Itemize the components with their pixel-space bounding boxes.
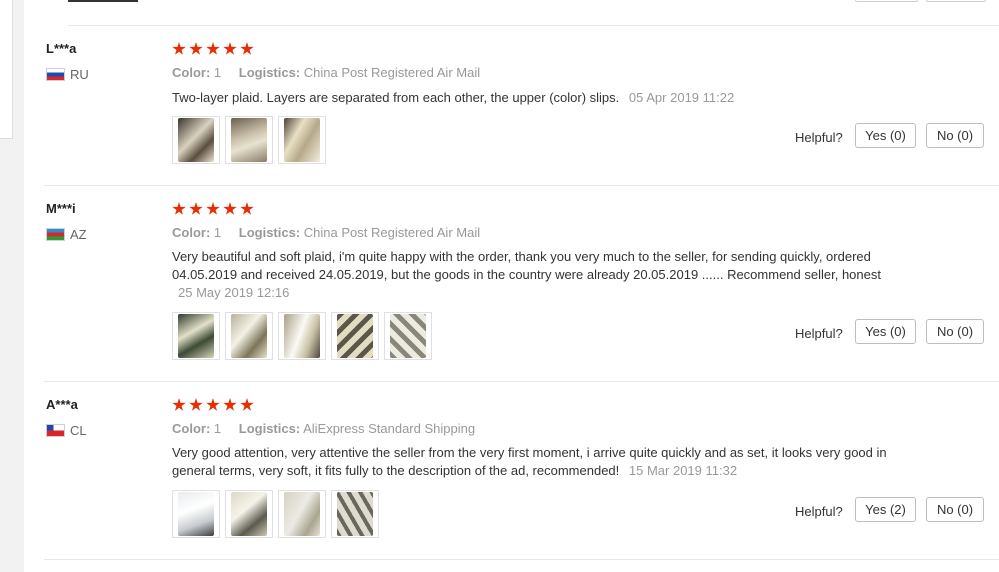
helpful-yes-button[interactable]: Yes (0): [855, 319, 916, 344]
color-label: Color:: [172, 65, 211, 80]
review-photo-thumbnail[interactable]: [225, 490, 273, 538]
helpful-label: Helpful?: [795, 504, 843, 519]
star-icon: [240, 398, 254, 411]
review-text: Very good attention, very attentive the …: [172, 444, 892, 480]
review-divider: [44, 559, 999, 560]
star-icon: [206, 398, 220, 411]
review-photo-thumbnail[interactable]: [384, 312, 432, 360]
star-icon: [240, 202, 254, 215]
review-body: Very beautiful and soft plaid, i'm quite…: [172, 249, 881, 282]
logistics-label: Logistics:: [238, 65, 301, 80]
review-photo-thumbnail[interactable]: [278, 490, 326, 538]
review-date: 15 Mar 2019 11:32: [628, 463, 738, 478]
color-label: Color:: [172, 421, 211, 436]
review-body: Very good attention, very attentive the …: [172, 445, 887, 478]
helpful-yes-button[interactable]: Yes (0): [855, 123, 916, 148]
review-item: L***a RU Color: 1 Logistics: China Post …: [24, 26, 999, 186]
order-info: Color: 1 Logistics: AliExpress Standard …: [172, 421, 475, 436]
color-label: Color:: [172, 225, 211, 240]
order-info: Color: 1 Logistics: China Post Registere…: [172, 225, 480, 240]
az-flag-icon: [46, 228, 65, 241]
order-info: Color: 1 Logistics: China Post Registere…: [172, 65, 480, 80]
logistics-value: AliExpress Standard Shipping: [303, 421, 476, 436]
star-icon: [172, 202, 186, 215]
star-icon: [189, 42, 203, 55]
review-item: M***i AZ Color: 1 Logistics: China Post …: [24, 186, 999, 382]
review-photo-thumbnail[interactable]: [278, 116, 326, 164]
previous-no-button-edge[interactable]: [926, 0, 986, 2]
review-date: 25 May 2019 12:16: [178, 285, 290, 300]
helpful-no-button[interactable]: No (0): [926, 497, 984, 522]
color-value: 1: [213, 421, 222, 436]
logistics-value: China Post Registered Air Mail: [303, 225, 481, 240]
ru-flag-icon: [46, 68, 65, 81]
reviewer-name: L***a: [46, 41, 77, 56]
reviewer-country: CL: [46, 423, 87, 438]
star-icon: [172, 42, 186, 55]
star-icon: [189, 398, 203, 411]
star-icon: [223, 202, 237, 215]
review-text: Two-layer plaid. Layers are separated fr…: [172, 89, 892, 107]
review-date: 05 Apr 2019 11:22: [628, 90, 735, 105]
feedback-panel: L***a RU Color: 1 Logistics: China Post …: [24, 0, 999, 572]
star-icon: [223, 42, 237, 55]
reviewer-name: M***i: [46, 201, 76, 216]
logistics-label: Logistics:: [238, 225, 301, 240]
review-photo-thumbnail[interactable]: [331, 490, 379, 538]
review-photo-thumbnail[interactable]: [225, 116, 273, 164]
review-photo-thumbnail[interactable]: [331, 312, 379, 360]
color-value: 1: [213, 65, 222, 80]
star-icon: [206, 42, 220, 55]
review-text: Very beautiful and soft plaid, i'm quite…: [172, 248, 892, 302]
helpful-yes-button[interactable]: Yes (2): [855, 497, 916, 522]
country-code: RU: [70, 67, 89, 82]
star-icon: [240, 42, 254, 55]
review-photos: [172, 490, 379, 538]
helpful-label: Helpful?: [795, 326, 843, 341]
review-body: Two-layer plaid. Layers are separated fr…: [172, 90, 620, 105]
star-rating: [172, 42, 254, 56]
country-code: AZ: [70, 227, 87, 242]
helpful-no-button[interactable]: No (0): [926, 319, 984, 344]
review-photos: [172, 312, 432, 360]
logistics-label: Logistics:: [238, 421, 301, 436]
helpful-no-button[interactable]: No (0): [926, 123, 984, 148]
star-rating: [172, 398, 254, 412]
star-icon: [223, 398, 237, 411]
helpful-label: Helpful?: [795, 130, 843, 145]
review-item: A***a CL Color: 1 Logistics: AliExpress …: [24, 382, 999, 560]
star-icon: [206, 202, 220, 215]
color-value: 1: [213, 225, 222, 240]
left-sidebar-edge: [0, 0, 13, 139]
star-icon: [172, 398, 186, 411]
review-photo-thumbnail[interactable]: [172, 116, 220, 164]
active-tab-indicator: [68, 0, 138, 2]
reviewer-country: AZ: [46, 227, 87, 242]
review-photo-thumbnail[interactable]: [225, 312, 273, 360]
cl-flag-icon: [46, 424, 65, 437]
review-photo-thumbnail[interactable]: [172, 490, 220, 538]
star-icon: [189, 202, 203, 215]
previous-yes-button-edge[interactable]: [855, 0, 918, 2]
review-photos: [172, 116, 326, 164]
review-photo-thumbnail[interactable]: [278, 312, 326, 360]
logistics-value: China Post Registered Air Mail: [303, 65, 481, 80]
reviewer-name: A***a: [46, 397, 78, 412]
review-photo-thumbnail[interactable]: [172, 312, 220, 360]
star-rating: [172, 202, 254, 216]
country-code: CL: [70, 423, 87, 438]
reviewer-country: RU: [46, 67, 89, 82]
